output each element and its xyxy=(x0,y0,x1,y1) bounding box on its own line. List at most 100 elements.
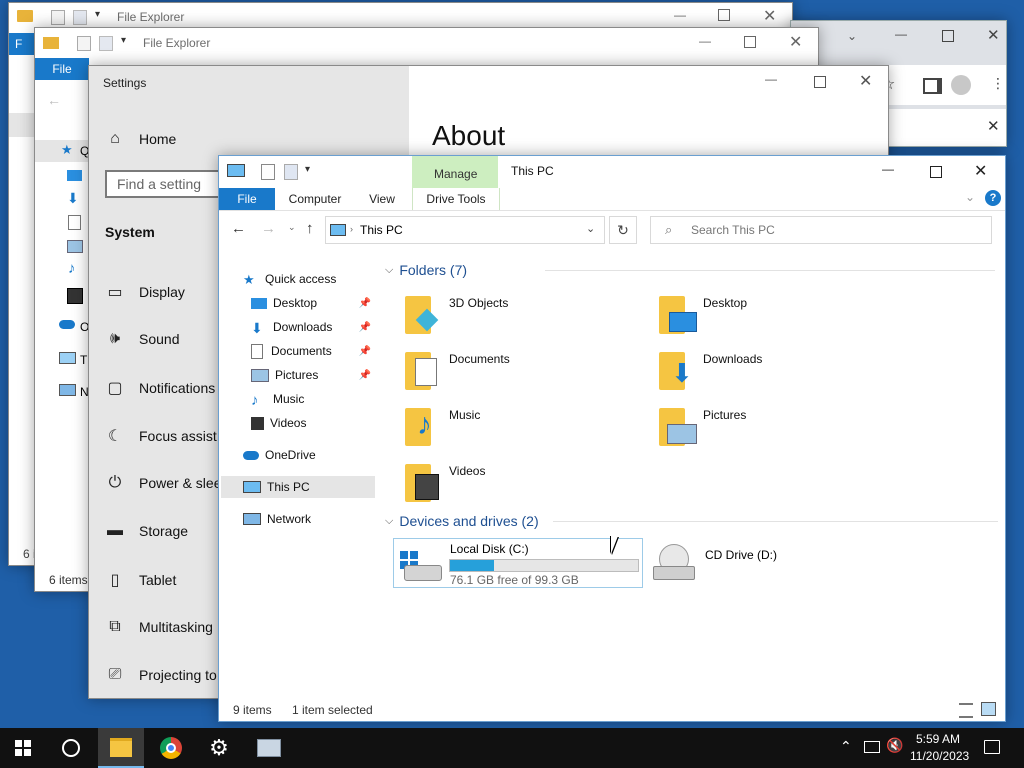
start-button[interactable] xyxy=(0,728,46,768)
pin-icon[interactable]: 📌 xyxy=(359,322,371,333)
tab-view[interactable]: View xyxy=(359,188,405,210)
clock-date[interactable]: 11/20/2023 xyxy=(910,749,969,763)
close-icon[interactable]: ✕ xyxy=(987,117,1000,135)
large-icons-view-icon[interactable] xyxy=(981,702,996,716)
settings-item-tablet[interactable]: ▯ Tablet xyxy=(105,570,177,590)
up-arrow-icon[interactable]: ↑ xyxy=(306,220,314,237)
tab-file[interactable]: File xyxy=(219,188,275,210)
tab-drive-tools[interactable]: Drive Tools xyxy=(412,188,500,210)
folder-downloads[interactable]: ⬇ Downloads xyxy=(657,348,897,394)
nav-onedrive[interactable]: OneDrive xyxy=(243,444,373,466)
manage-contextual-tab[interactable]: Manage xyxy=(412,156,498,188)
back-arrow-icon[interactable]: ← xyxy=(47,92,61,108)
nav-music[interactable]: ♪ Music xyxy=(251,388,375,410)
settings-item-focus-assist[interactable]: ☾ Focus assist xyxy=(105,426,217,446)
settings-item-notifications[interactable]: ▢ Notifications xyxy=(105,378,215,398)
volume-muted-icon[interactable]: 🔇 xyxy=(886,737,903,754)
side-panel-icon[interactable] xyxy=(923,78,942,94)
close-icon[interactable]: ✕ xyxy=(789,32,802,52)
pin-icon[interactable]: 📌 xyxy=(359,346,371,357)
settings-item-multitasking[interactable]: ⧉ Multitasking xyxy=(105,618,213,636)
folder-videos[interactable]: Videos xyxy=(403,460,643,506)
maximize-icon[interactable] xyxy=(942,30,954,42)
profile-avatar-icon[interactable] xyxy=(951,75,971,95)
nav-documents[interactable]: Documents 📌 xyxy=(251,340,375,362)
close-icon[interactable]: ✕ xyxy=(974,161,987,181)
close-icon[interactable]: ✕ xyxy=(763,6,776,26)
nav-downloads[interactable]: ⬇ Downloads 📌 xyxy=(251,316,375,338)
nav-desktop[interactable]: Desktop 📌 xyxy=(251,292,375,314)
folder-3d-objects[interactable]: 3D Objects xyxy=(403,292,643,338)
clock-time[interactable]: 5:59 AM xyxy=(916,732,960,746)
nav-videos[interactable]: Videos xyxy=(251,412,375,434)
new-folder-icon[interactable] xyxy=(99,36,113,51)
pin-icon[interactable]: 📌 xyxy=(359,298,371,309)
minimize-icon[interactable]: — xyxy=(674,8,686,22)
folder-desktop[interactable]: Desktop xyxy=(657,292,897,338)
nav-pictures[interactable]: Pictures 📌 xyxy=(251,364,375,386)
settings-item-power-sleep[interactable]: ⏻ Power & sleep xyxy=(105,474,230,492)
chevron-down-icon[interactable]: ⌄ xyxy=(586,222,595,235)
notification-center-icon[interactable] xyxy=(984,740,1000,754)
drive-cd-d[interactable]: CD Drive (D:) xyxy=(649,538,899,588)
nav-this-pc[interactable]: This PC xyxy=(221,476,375,498)
minimize-icon[interactable]: — xyxy=(765,72,777,86)
address-chevron-icon[interactable]: › xyxy=(350,224,353,234)
drives-section-header[interactable]: ⌵ Devices and drives (2) xyxy=(385,513,998,529)
minimize-icon[interactable]: — xyxy=(895,27,907,41)
taskbar-file-explorer[interactable] xyxy=(98,728,144,768)
new-folder-icon[interactable] xyxy=(284,164,298,180)
chevron-down-icon[interactable]: ▾ xyxy=(305,164,310,175)
search-input[interactable]: ⌕ Search This PC xyxy=(650,216,992,244)
tab-computer[interactable]: Computer xyxy=(279,188,351,210)
maximize-icon[interactable] xyxy=(744,36,756,48)
explorer-titlebar[interactable]: ▾ Manage This PC — ✕ xyxy=(219,156,1005,188)
chrome-menu-icon[interactable]: ⋮ xyxy=(991,75,1005,92)
taskbar-app[interactable] xyxy=(246,728,292,768)
chevron-down-icon[interactable]: ⌄ xyxy=(847,29,857,43)
properties-icon[interactable] xyxy=(261,164,275,180)
settings-item-projecting[interactable]: ⎚ Projecting to xyxy=(105,666,217,684)
nav-network[interactable]: Network xyxy=(243,508,373,530)
explorer-mid-file-tab[interactable]: File xyxy=(35,58,89,80)
minimize-icon[interactable]: — xyxy=(699,34,711,48)
taskbar-chrome[interactable] xyxy=(148,728,194,768)
settings-item-display[interactable]: ▭ Display xyxy=(105,282,184,302)
forward-arrow-icon[interactable]: → xyxy=(261,220,276,237)
search-button[interactable] xyxy=(48,728,94,768)
settings-home[interactable]: ⌂ Home xyxy=(105,130,176,148)
folder-music[interactable]: ♪ Music xyxy=(403,404,643,450)
quick-access-item[interactable]: ★ Q xyxy=(35,140,95,162)
maximize-icon[interactable] xyxy=(930,166,942,178)
new-folder-icon[interactable] xyxy=(73,10,87,25)
properties-icon[interactable] xyxy=(51,10,65,25)
close-icon[interactable]: ✕ xyxy=(859,71,872,91)
notification-icon: ▢ xyxy=(107,380,123,397)
recent-locations-icon[interactable]: ⌄ xyxy=(288,222,296,233)
chevron-down-icon[interactable]: ▾ xyxy=(121,35,126,46)
expand-ribbon-icon[interactable]: ⌄ xyxy=(965,190,975,204)
address-bar[interactable]: › This PC ⌄ xyxy=(325,216,605,244)
maximize-icon[interactable] xyxy=(718,9,730,21)
chevron-up-icon[interactable]: ⌃ xyxy=(840,738,852,755)
nav-quick-access[interactable]: ★ Quick access xyxy=(243,268,373,290)
maximize-icon[interactable] xyxy=(814,76,826,88)
details-view-icon[interactable] xyxy=(959,703,973,718)
properties-icon[interactable] xyxy=(77,36,91,51)
network-icon[interactable] xyxy=(864,741,880,753)
taskbar-settings[interactable]: ⚙ xyxy=(196,728,242,768)
drive-local-disk-c[interactable]: Local Disk (C:) 76.1 GB free of 99.3 GB xyxy=(393,538,643,588)
folders-section-header[interactable]: ⌵ Folders (7) xyxy=(385,262,995,278)
close-icon[interactable]: ✕ xyxy=(987,26,1000,44)
refresh-button[interactable]: ↻ xyxy=(609,216,637,244)
pin-icon[interactable]: 📌 xyxy=(359,370,371,381)
explorer-mid-titlebar[interactable]: ▾ File Explorer — ✕ xyxy=(35,28,818,58)
folder-documents[interactable]: Documents xyxy=(403,348,643,394)
settings-item-sound[interactable]: 🕪 Sound xyxy=(105,330,180,348)
folder-pictures[interactable]: Pictures xyxy=(657,404,897,450)
settings-item-storage[interactable]: ▬ Storage xyxy=(105,522,188,540)
minimize-icon[interactable]: — xyxy=(882,162,894,176)
back-arrow-icon[interactable]: ← xyxy=(231,220,246,237)
help-icon[interactable]: ? xyxy=(985,190,1001,206)
chevron-down-icon[interactable]: ▾ xyxy=(95,9,100,20)
